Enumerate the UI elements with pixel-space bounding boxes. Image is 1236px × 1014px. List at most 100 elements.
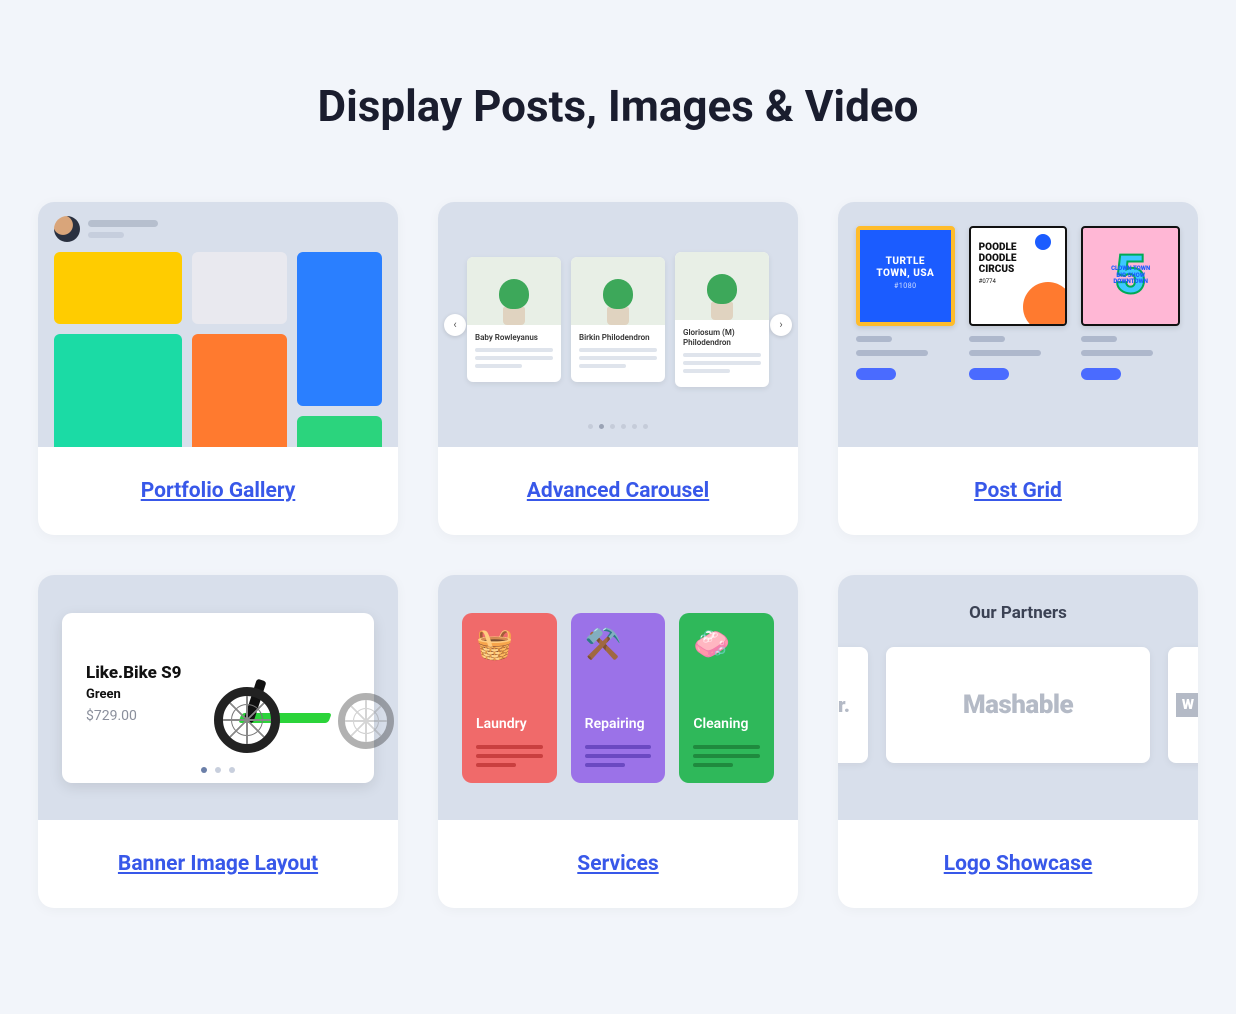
plant-icon: [494, 271, 534, 325]
partner-logo: Mashable: [886, 647, 1150, 763]
repair-icon: ⚒️: [585, 627, 652, 673]
placeholder-line: [683, 353, 761, 357]
link-portfolio-gallery[interactable]: Portfolio Gallery: [141, 479, 296, 503]
dot-icon[interactable]: [599, 424, 604, 429]
link-logo-showcase[interactable]: Logo Showcase: [944, 852, 1093, 876]
thumb-text: TOWN, USA: [876, 268, 934, 279]
logo-badge-icon: W: [1176, 693, 1198, 717]
partners-heading: Our Partners: [838, 603, 1198, 623]
dot-icon[interactable]: [215, 767, 221, 773]
feature-grid: Portfolio Gallery ‹ › Baby Rowleyanus: [38, 202, 1198, 908]
placeholder-line: [683, 369, 730, 373]
dot-icon[interactable]: [632, 424, 637, 429]
placeholder-line: [585, 763, 625, 767]
post-thumb: POODLE DOODLE CIRCUS #0774: [969, 226, 1068, 326]
carousel-item: Gloriosum (M) Philodendron: [675, 252, 769, 387]
dot-icon[interactable]: [229, 767, 235, 773]
dot-icon[interactable]: [610, 424, 615, 429]
placeholder-line: [579, 364, 626, 368]
plant-icon: [598, 271, 638, 325]
card-services: 🧺 Laundry ⚒️ Repairing 🧼 Cleaning: [438, 575, 798, 908]
product-name: Like.Bike S9: [86, 663, 181, 683]
placeholder-line: [475, 364, 522, 368]
placeholder-line: [585, 754, 652, 758]
placeholder-line: [856, 336, 892, 342]
placeholder-line: [88, 232, 124, 238]
placeholder-line: [856, 350, 928, 356]
placeholder-line: [476, 745, 543, 749]
carousel-item: Birkin Philodendron: [571, 257, 665, 383]
card-portfolio-gallery: Portfolio Gallery: [38, 202, 398, 535]
preview-banner: Like.Bike S9 Green $729.00: [38, 575, 398, 820]
service-item: 🧼 Cleaning: [679, 613, 774, 783]
avatar-icon: [54, 216, 80, 242]
product-variant: Green: [86, 687, 181, 702]
placeholder-line: [585, 745, 652, 749]
thumb-text: DOWNTOWN: [1113, 278, 1148, 285]
placeholder-line: [88, 220, 158, 227]
post-item: TURTLE TOWN, USA #1080: [856, 226, 955, 427]
gallery-thumb: [54, 334, 182, 447]
placeholder-line: [969, 350, 1041, 356]
placeholder-line: [683, 361, 761, 365]
partner-logo: W I: [1168, 647, 1198, 763]
preview-services: 🧺 Laundry ⚒️ Repairing 🧼 Cleaning: [438, 575, 798, 820]
gallery-thumb: [192, 252, 287, 324]
gallery-thumb: [192, 334, 287, 447]
placeholder-pill: [969, 368, 1009, 380]
thumb-text: POODLE: [979, 242, 1017, 253]
placeholder-line: [693, 745, 760, 749]
gallery-thumb: [297, 252, 382, 406]
placeholder-line: [476, 754, 543, 758]
preview-carousel: ‹ › Baby Rowleyanus Birkin Philodendron: [438, 202, 798, 447]
laundry-icon: 🧺: [476, 627, 543, 673]
carousel-dots: [588, 424, 648, 429]
service-title: Cleaning: [693, 716, 760, 732]
post-item: POODLE DOODLE CIRCUS #0774: [969, 226, 1068, 427]
placeholder-pill: [856, 368, 896, 380]
dot-icon[interactable]: [588, 424, 593, 429]
thumb-text: CIRCUS: [979, 264, 1015, 275]
banner-slide: Like.Bike S9 Green $729.00: [62, 613, 374, 783]
preview-portfolio: [38, 202, 398, 447]
placeholder-line: [1081, 336, 1117, 342]
logo-text: dar.: [838, 693, 850, 717]
carousel-item: Baby Rowleyanus: [467, 257, 561, 383]
placeholder-line: [475, 348, 553, 352]
dot-icon[interactable]: [643, 424, 648, 429]
placeholder-line: [579, 348, 657, 352]
placeholder-line: [579, 356, 657, 360]
dot-icon[interactable]: [621, 424, 626, 429]
partner-logo: dar.: [838, 647, 868, 763]
placeholder-line: [1081, 350, 1153, 356]
link-banner-image-layout[interactable]: Banner Image Layout: [118, 852, 318, 876]
thumb-sub: #1080: [894, 282, 917, 290]
placeholder-line: [476, 763, 516, 767]
placeholder-line: [475, 356, 553, 360]
card-banner-image-layout: Like.Bike S9 Green $729.00: [38, 575, 398, 908]
carousel-item-title: Gloriosum (M) Philodendron: [683, 328, 761, 347]
gallery-thumb: [297, 416, 382, 447]
post-thumb: TURTLE TOWN, USA #1080: [856, 226, 955, 326]
thumb-sub: #0774: [979, 278, 996, 285]
preview-post-grid: TURTLE TOWN, USA #1080 POODLE: [838, 202, 1198, 447]
preview-logo-showcase: Our Partners dar. Mashable W I: [838, 575, 1198, 820]
placeholder-line: [693, 763, 733, 767]
post-thumb: 5 CLOWN TOWN BIG SHOW DOWNTOWN: [1081, 226, 1180, 326]
carousel-item-title: Baby Rowleyanus: [475, 333, 553, 343]
gallery-thumb: [54, 252, 182, 324]
link-post-grid[interactable]: Post Grid: [974, 479, 1062, 503]
thumb-text: DOODLE: [979, 253, 1017, 264]
section-title: Display Posts, Images & Video: [30, 80, 1206, 132]
product-price: $729.00: [86, 708, 181, 724]
carousel-item-title: Birkin Philodendron: [579, 333, 657, 343]
placeholder-pill: [1081, 368, 1121, 380]
service-item: ⚒️ Repairing: [571, 613, 666, 783]
dot-icon[interactable]: [201, 767, 207, 773]
plant-icon: [702, 266, 742, 320]
service-title: Repairing: [585, 716, 652, 732]
link-services[interactable]: Services: [577, 852, 658, 876]
cleaning-icon: 🧼: [693, 627, 760, 673]
link-advanced-carousel[interactable]: Advanced Carousel: [527, 479, 709, 503]
thumb-text: TURTLE: [886, 256, 925, 267]
